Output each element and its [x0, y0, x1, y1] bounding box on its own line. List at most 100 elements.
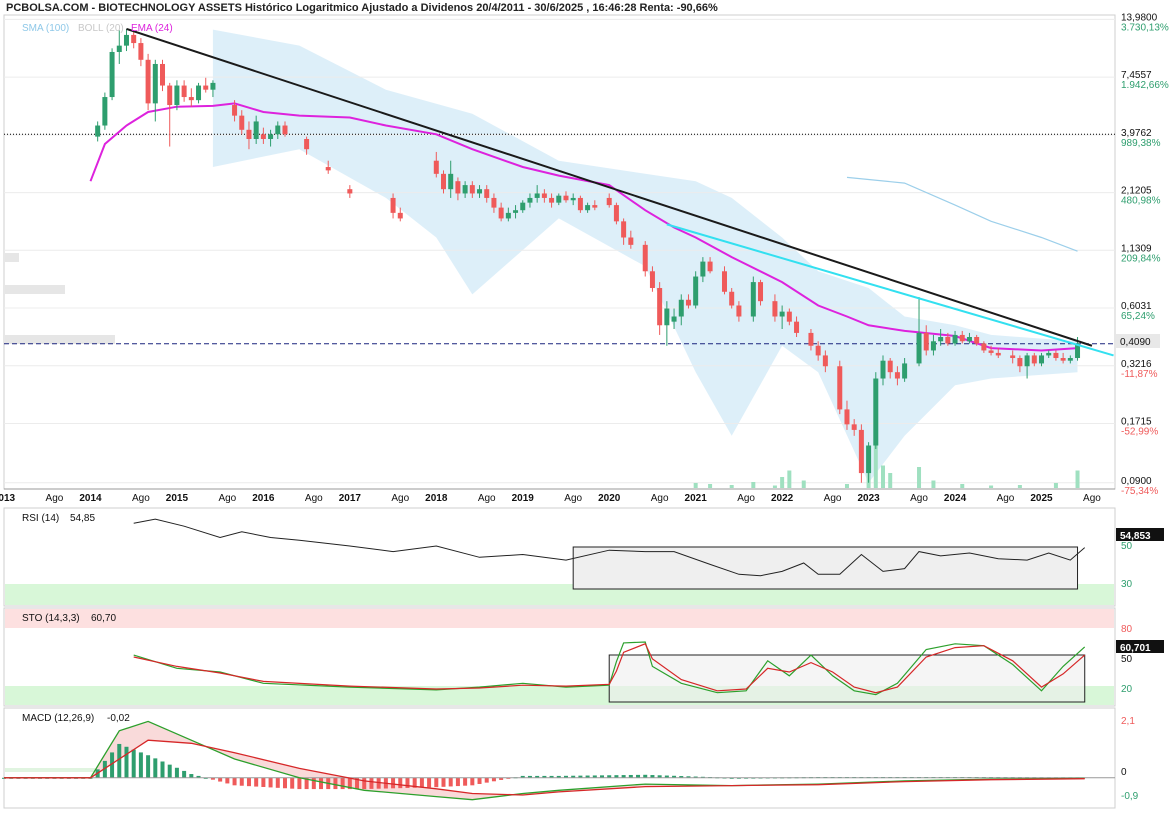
macd-histogram-bar: [239, 777, 244, 786]
price-pct-label: 989,38%: [1121, 138, 1161, 149]
macd-histogram-bar: [174, 767, 179, 778]
macd-histogram-bar: [362, 777, 367, 790]
candle-body: [1031, 355, 1037, 364]
x-axis-label: 2023: [857, 493, 880, 504]
candle-body: [232, 105, 238, 116]
candle-body: [570, 197, 576, 201]
candle-body: [1024, 355, 1030, 367]
macd-histogram-bar: [448, 777, 453, 787]
candle-body: [534, 193, 540, 198]
candle-body: [513, 210, 519, 213]
candle-body: [138, 43, 144, 60]
price-pct-label: 65,24%: [1121, 311, 1155, 322]
macd-histogram-bar: [311, 777, 316, 790]
candle-body: [758, 282, 764, 302]
candle-body: [606, 197, 612, 206]
x-axis-label: Ago: [478, 493, 496, 504]
macd-histogram-bar: [340, 777, 345, 790]
volume-bar: [708, 484, 713, 488]
candle-body: [988, 350, 994, 353]
price-pct-label: -11,87%: [1121, 369, 1158, 380]
candle-body: [541, 193, 547, 198]
candle-body: [441, 173, 447, 190]
x-axis-label: Ago: [46, 493, 64, 504]
macd-histogram-bar: [470, 777, 475, 786]
macd-histogram-bar: [455, 777, 460, 787]
x-axis-label: Ago: [824, 493, 842, 504]
candle-body: [253, 121, 259, 139]
candle-body: [1067, 358, 1073, 361]
volume-bar: [772, 485, 777, 488]
rsi-level-30: 30: [1121, 579, 1133, 590]
candle-body: [693, 276, 699, 306]
candle-body: [505, 212, 511, 219]
candle-body: [945, 337, 951, 344]
macd-histogram-bar: [484, 777, 489, 783]
candle-body: [123, 34, 129, 46]
candle-body: [779, 311, 785, 317]
candle-body: [239, 115, 245, 130]
macd-histogram-bar: [117, 743, 122, 778]
candle-body: [167, 85, 173, 106]
x-axis-label: Ago: [1083, 493, 1101, 504]
candle-body: [952, 334, 958, 344]
candle-body: [131, 34, 137, 44]
x-axis-label: Ago: [218, 493, 236, 504]
candle-body: [685, 299, 691, 306]
volume-bar: [844, 484, 849, 488]
candle-body: [678, 299, 684, 317]
x-axis-label: 2015: [166, 493, 189, 504]
x-axis-label: Ago: [737, 493, 755, 504]
macd-histogram-bar: [268, 777, 273, 788]
candle-body: [974, 337, 980, 344]
chart-stage: 13,9800 3.730,13% 7,4557 1.942,66% 3,9762 989…: [0, 0, 1173, 812]
x-axis-label: 2014: [79, 493, 102, 504]
macd-histogram-bar: [124, 746, 129, 778]
x-axis-label: 2017: [339, 493, 362, 504]
rsi-value: 54,85: [70, 513, 95, 524]
macd-histogram-bar: [153, 758, 158, 778]
candle-body: [577, 197, 583, 211]
macd-histogram-bar: [146, 755, 151, 778]
macd-title: MACD (12,26,9): [22, 713, 94, 724]
macd-histogram-bar: [333, 777, 338, 790]
x-axis-label: 2022: [771, 493, 794, 504]
macd-histogram-bar: [477, 777, 482, 784]
candle-body: [102, 97, 108, 126]
sto-level-20: 20: [1121, 684, 1133, 695]
candle-body: [260, 134, 266, 139]
rsi-level-50: 50: [1121, 541, 1133, 552]
macd-histogram-bar: [290, 777, 295, 789]
candle-body: [188, 97, 194, 101]
macd-histogram-bar: [246, 777, 251, 787]
candle-body: [152, 63, 158, 104]
candle-body: [628, 237, 634, 245]
candle-body: [181, 85, 187, 98]
x-axis-label: Ago: [305, 493, 323, 504]
macd-histogram-bar: [419, 777, 424, 788]
candle-body: [462, 185, 468, 194]
sto-title: STO (14,3,3): [22, 613, 80, 624]
x-axis-label: Ago: [651, 493, 669, 504]
macd-histogram-bar: [138, 752, 143, 778]
candle-body: [642, 244, 648, 272]
candle-body: [556, 195, 562, 203]
candle-body: [671, 316, 677, 322]
candle-body: [707, 261, 713, 272]
volume-bar: [801, 480, 806, 488]
volume-bar: [751, 482, 756, 488]
volume-bar: [1075, 470, 1080, 488]
candle-body: [1017, 358, 1023, 367]
candle-body: [844, 409, 850, 425]
candle-body: [613, 205, 619, 222]
sto-level-50: 50: [1121, 654, 1133, 665]
price-pct-label: -52,99%: [1121, 427, 1158, 438]
macd-histogram-bar: [182, 770, 187, 778]
x-axis-label: 2025: [1030, 493, 1053, 504]
candle-body: [549, 197, 555, 203]
legend-boll: BOLL (20): [78, 23, 124, 34]
rsi-title: RSI (14): [22, 513, 59, 524]
candle-body: [930, 341, 936, 351]
price-pct-label: 1.942,66%: [1121, 80, 1169, 91]
macd-histogram-bar: [160, 761, 165, 778]
